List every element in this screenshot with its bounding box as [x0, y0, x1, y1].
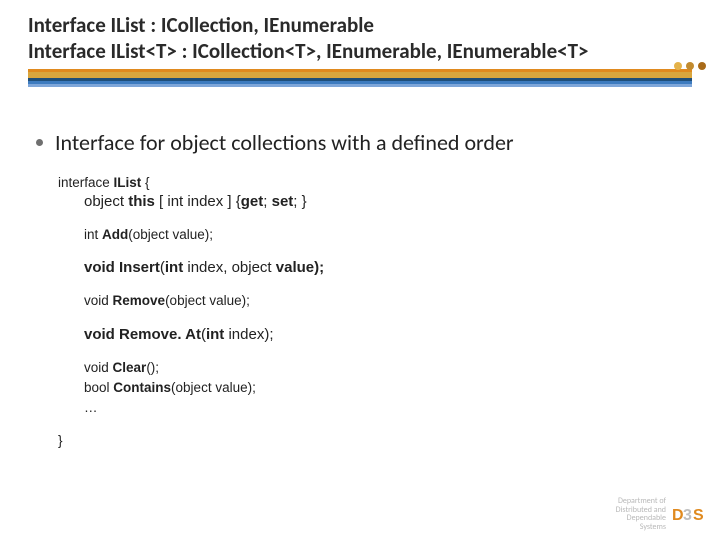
footer-text: Department of Distributed and Dependable… — [616, 497, 666, 532]
decorative-dots — [674, 62, 706, 70]
code-indexer: object this [ int index ] {get; set; } — [84, 192, 692, 212]
code-insert: void Insert(int index, object value); — [84, 258, 692, 278]
bullet-text: Interface for object collections with a … — [55, 129, 514, 156]
footer-line-4: Systems — [616, 523, 666, 532]
d3s-logo-icon: D 3 S — [672, 502, 708, 526]
dot-2 — [686, 62, 694, 70]
svg-text:3: 3 — [683, 507, 692, 524]
title-line-2: Interface IList<T> : ICollection<T>, IEn… — [28, 38, 692, 64]
code-block: interface IList { object this [ int inde… — [58, 174, 692, 450]
svg-text:S: S — [693, 507, 704, 524]
code-contains: bool Contains(object value); — [84, 379, 692, 397]
slide-container: Interface IList : ICollection, IEnumerab… — [0, 0, 720, 450]
footer: Department of Distributed and Dependable… — [616, 497, 708, 532]
code-close: } — [58, 432, 692, 450]
dot-3 — [698, 62, 706, 70]
rule-blue-light — [28, 84, 692, 87]
code-remove: void Remove(object value); — [84, 292, 692, 310]
bullet-row: Interface for object collections with a … — [36, 129, 692, 156]
svg-text:D: D — [672, 507, 684, 524]
code-removeat: void Remove. At(int index); — [84, 325, 692, 345]
code-clear: void Clear(); — [84, 359, 692, 377]
content-area: Interface for object collections with a … — [28, 129, 692, 450]
title-underline-rules — [28, 69, 692, 87]
code-add: int Add(object value); — [84, 226, 692, 244]
dot-1 — [674, 62, 682, 70]
code-open: interface IList { — [58, 174, 692, 192]
code-ellipsis: … — [84, 399, 692, 417]
title-block: Interface IList : ICollection, IEnumerab… — [28, 12, 692, 65]
bullet-dot-icon — [36, 139, 43, 146]
title-line-1: Interface IList : ICollection, IEnumerab… — [28, 12, 692, 38]
